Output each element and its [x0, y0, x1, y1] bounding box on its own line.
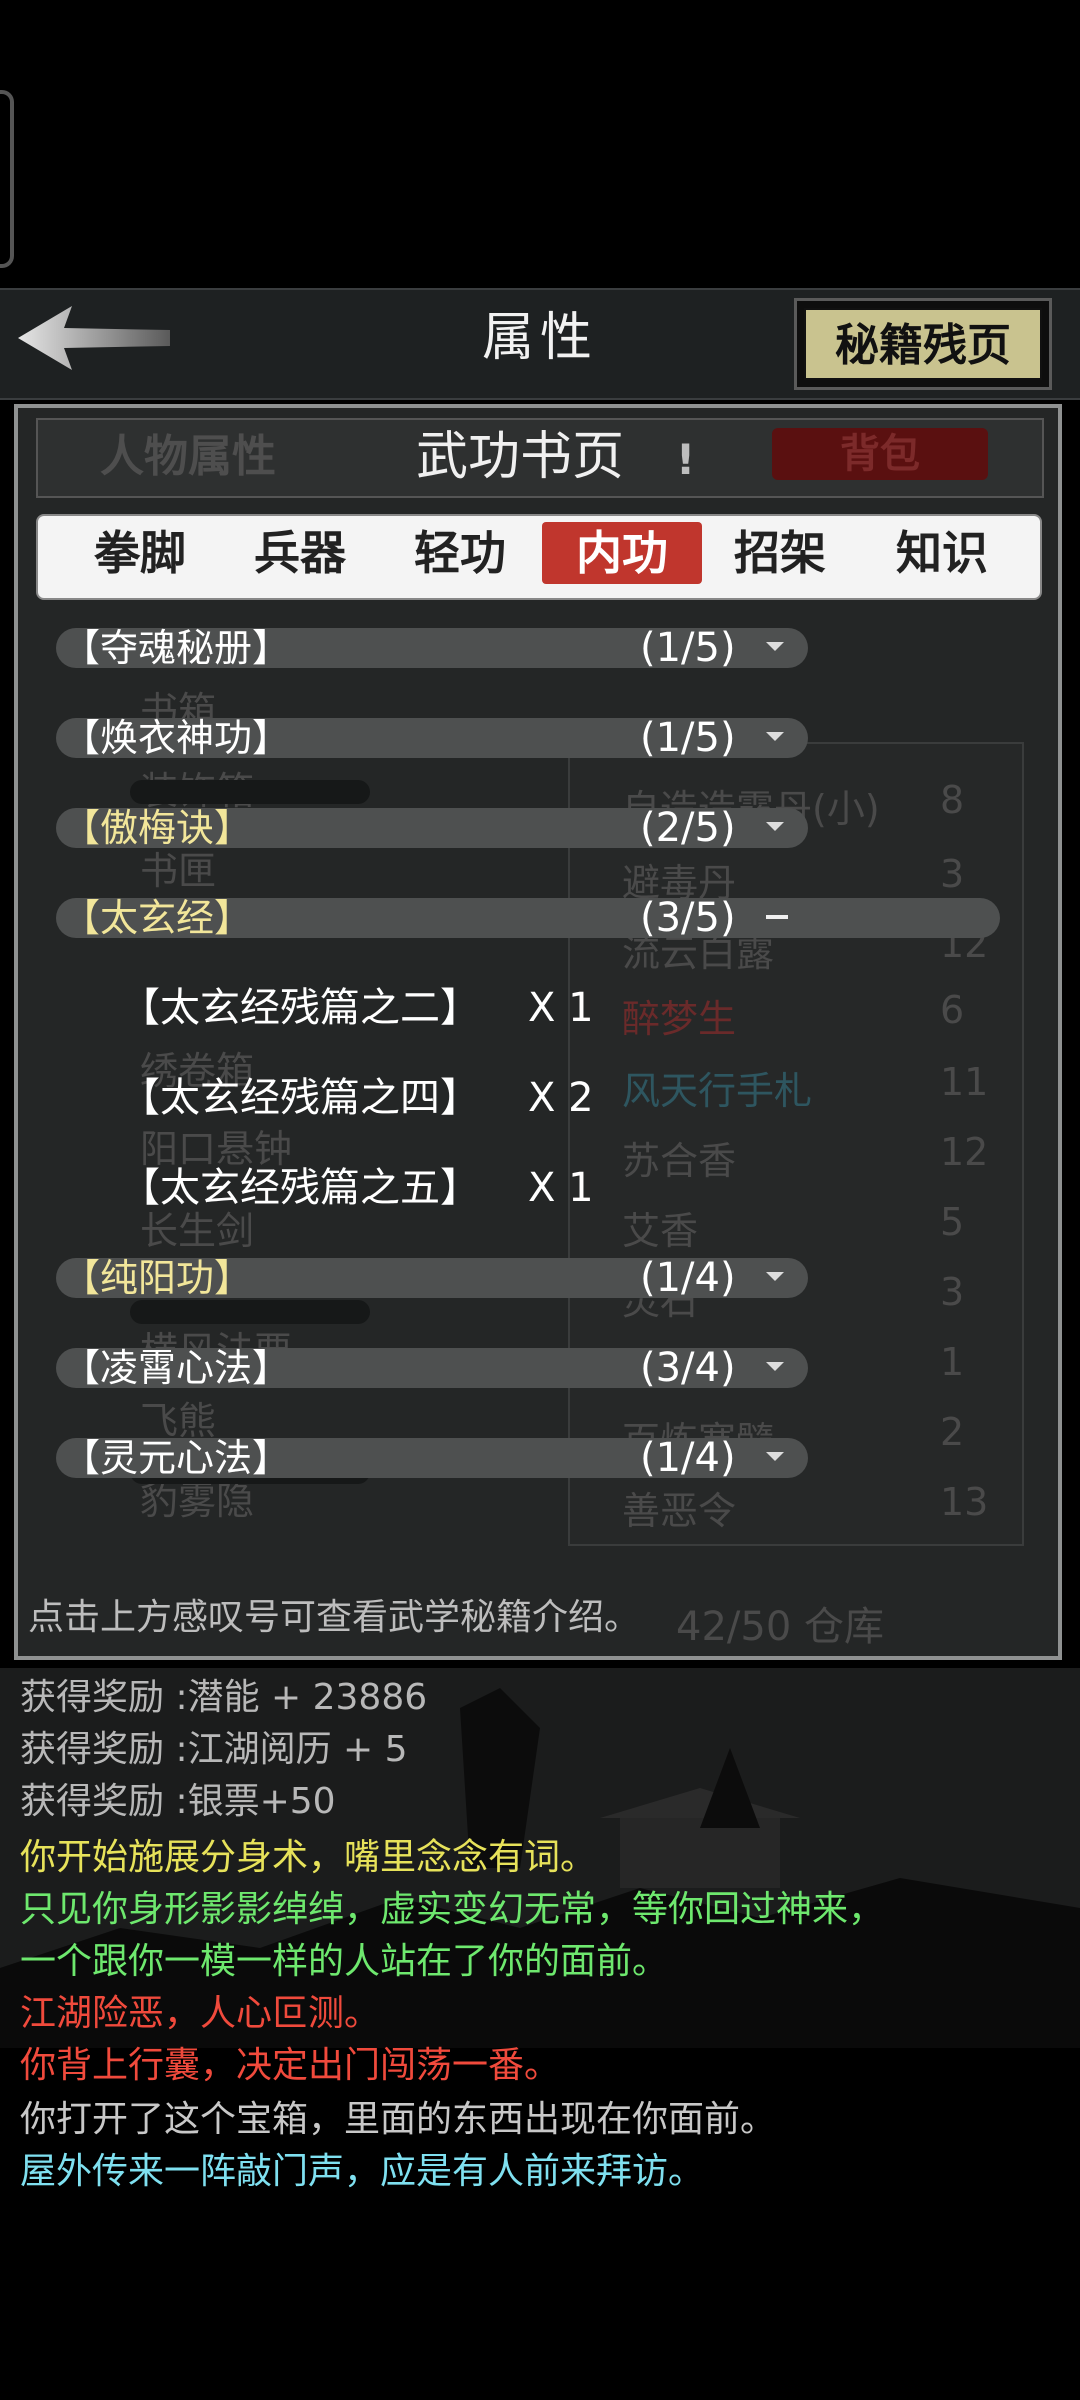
skill-progress: (3/5)	[640, 895, 736, 941]
skill-name: 【焕衣神功】	[62, 716, 291, 760]
skill-name: 【傲梅诀】	[62, 806, 253, 850]
bg-count: 1	[940, 1340, 965, 1384]
bg-item: 醉梦生	[622, 997, 737, 1041]
skill-name: 【夺魂秘册】	[62, 626, 291, 670]
bg-count: 11	[940, 1060, 989, 1104]
log-line: 获得奖励 :银票+50	[20, 1781, 336, 1822]
log-line: 只见你身形影影绰绰，虚实变幻无常，等你回过神来，	[20, 1889, 885, 1930]
tab-inner-power[interactable]: 内功	[542, 522, 702, 584]
tab-bag[interactable]: 背包	[772, 428, 988, 480]
tab-lightness[interactable]: 轻功	[380, 522, 540, 584]
tab-knowledge[interactable]: 知识	[862, 522, 1022, 584]
fragment-name: 【太玄经残篇之二】	[120, 985, 480, 1031]
hint-text: 点击上方感叹号可查看武学秘籍介绍。	[28, 1597, 641, 1638]
expand-chevron-icon[interactable]	[766, 1452, 788, 1462]
bg-count: 5	[940, 1200, 965, 1244]
secret-fragments-button[interactable]: 秘籍残页	[794, 298, 1052, 390]
log-line: 屋外传来一阵敲门声，应是有人前来拜访。	[20, 2151, 705, 2192]
tab-character-attributes[interactable]: 人物属性	[100, 422, 276, 492]
bg-count: 2	[940, 1410, 965, 1454]
bg-item: 艾香	[622, 1209, 699, 1253]
tab-parry[interactable]: 招架	[700, 522, 860, 584]
fragment-quantity: X 1	[528, 985, 594, 1031]
skill-progress: (1/5)	[640, 625, 736, 671]
skill-name: 【纯阳功】	[62, 1256, 253, 1300]
bg-count: 3	[940, 1270, 965, 1314]
bg-item: 风天行手札	[622, 1069, 813, 1113]
secret-fragments-label: 秘籍残页	[804, 308, 1042, 380]
log-line: 获得奖励 :江湖阅历 + 5	[20, 1729, 408, 1770]
info-exclaim-button[interactable]: !	[676, 430, 695, 490]
bg-count: 12	[940, 1130, 989, 1174]
skill-progress: (3/4)	[640, 1345, 736, 1391]
skill-progress: (1/4)	[640, 1435, 736, 1481]
log-line: 江湖险恶，人心叵测。	[20, 1993, 381, 2034]
bg-count: 8	[940, 778, 965, 822]
log-line: 一个跟你一模一样的人站在了你的面前。	[20, 1941, 669, 1982]
bg-count: 6	[940, 988, 965, 1032]
fragment-quantity: X 2	[528, 1075, 594, 1121]
tab-fist[interactable]: 拳脚	[60, 522, 220, 584]
bg-item: 苏合香	[622, 1139, 737, 1183]
expand-chevron-icon[interactable]	[766, 1362, 788, 1372]
expand-chevron-icon[interactable]	[766, 642, 788, 652]
collapse-dash-icon[interactable]	[766, 915, 788, 922]
skill-progress: (2/5)	[640, 805, 736, 851]
edge-bracket	[0, 90, 14, 268]
expand-chevron-icon[interactable]	[766, 1272, 788, 1282]
expand-chevron-icon[interactable]	[766, 822, 788, 832]
bg-count: 3	[940, 852, 965, 896]
tab-martial-pages[interactable]: 武功书页	[416, 422, 624, 492]
bg-count: 13	[940, 1480, 989, 1524]
skill-name: 【凌霄心法】	[62, 1346, 291, 1390]
skill-name: 【灵元心法】	[62, 1436, 291, 1480]
skill-name: 【太玄经】	[62, 896, 253, 940]
log-line: 获得奖励 :潜能 + 23886	[20, 1677, 428, 1718]
expand-chevron-icon[interactable]	[766, 732, 788, 742]
bg-storage-count: 42/50 仓库	[676, 1604, 884, 1650]
log-line: 你打开了这个宝箱，里面的东西出现在你面前。	[20, 2099, 777, 2140]
fragment-name: 【太玄经残篇之五】	[120, 1165, 480, 1211]
log-line: 你开始施展分身术，嘴里念念有词。	[20, 1837, 597, 1878]
bg-item: 善恶令	[622, 1489, 737, 1533]
tab-weapon[interactable]: 兵器	[220, 522, 380, 584]
skill-progress: (1/5)	[640, 715, 736, 761]
fragment-quantity: X 1	[528, 1165, 594, 1211]
log-line: 你背上行囊，决定出门闯荡一番。	[20, 2045, 561, 2086]
fragment-name: 【太玄经残篇之四】	[120, 1075, 480, 1121]
skill-progress: (1/4)	[640, 1255, 736, 1301]
